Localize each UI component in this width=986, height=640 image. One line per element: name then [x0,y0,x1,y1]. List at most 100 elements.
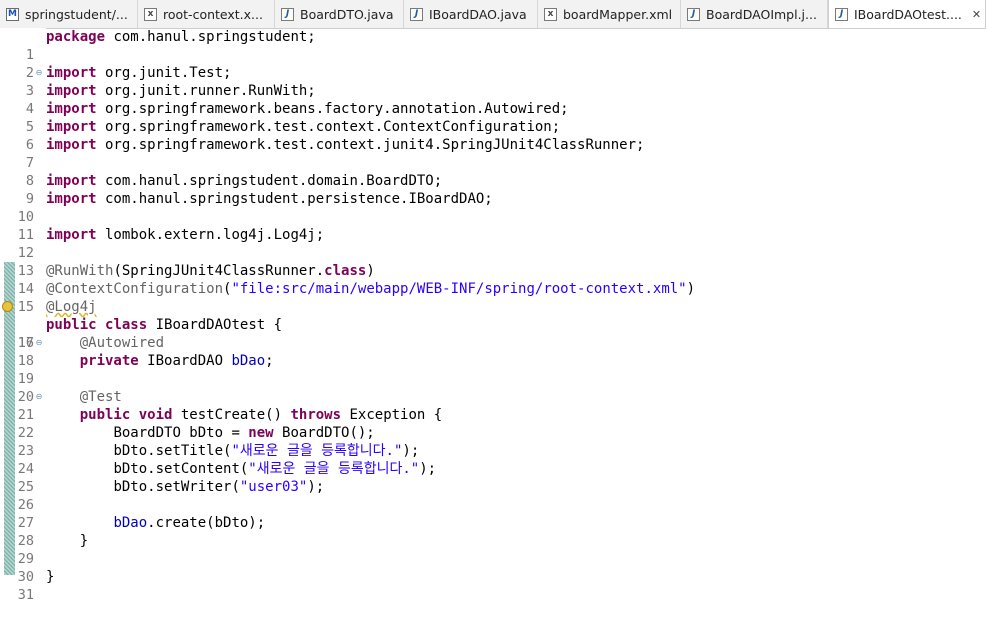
keyword: import [46,191,97,207]
tab-label: BoardDAOImpl.j... [706,6,817,22]
code-text: com.hanul.springstudent.domain.BoardDTO; [96,173,443,189]
code-text: ); [402,443,420,459]
code-text: ); [419,461,437,477]
code-line: 29 } [0,532,88,567]
tab-iboarddaotest-java[interactable]: J IBoardDAOtest.... ✕ [828,0,986,28]
code-editor[interactable]: 1 package com.hanul.springstudent; 2 3 ⊖… [0,28,986,603]
code-text: BoardDTO bDto = [113,425,249,441]
keyword: void [138,407,173,423]
keyword: private [79,353,139,369]
keyword: import [46,119,97,135]
code-line: 5 import org.springframework.beans.facto… [0,100,569,135]
code-line: 2 [0,46,34,81]
code-line: 13 [0,244,34,279]
code-line: 15 @ContextConfiguration("file:src/main/… [0,280,695,315]
code-line: 9 import com.hanul.springstudent.domain.… [0,172,442,207]
keyword: import [46,227,97,243]
code-line: 10 import com.hanul.springstudent.persis… [0,190,493,225]
tab-boarddaoimpl-java[interactable]: J BoardDAOImpl.j... [681,0,828,28]
string-literal: "user03" [239,479,308,495]
code-line: 22 public void testCreate() throws Excep… [0,406,442,441]
string-literal: "file:src/main/webapp/WEB-INF/spring/roo… [231,281,687,297]
code-text: } [46,569,55,585]
code-line: 14 @RunWith(SpringJUnit4ClassRunner.clas… [0,262,375,297]
annotation: @Log4j [46,299,97,315]
tab-label: springstudent/... [25,6,128,22]
keyword: package [46,29,106,45]
code-line: 25 bDto.setContent("새로운 글을 등록합니다."); [0,460,436,495]
keyword: public [79,407,131,423]
code-text: com.hanul.springstudent; [105,29,316,45]
code-text: bDto.setContent( [113,461,249,477]
code-line: 19 private IBoardDAO bDao; [0,352,274,387]
code-text: testCreate() [172,407,291,423]
code-text: org.junit.Test; [96,65,232,81]
code-text: org.springframework.test.context.junit4.… [96,137,645,153]
code-text: lombok.extern.log4j.Log4j; [96,227,325,243]
code-line: 7 import org.springframework.test.contex… [0,136,645,171]
java-file-icon: J [835,8,848,21]
code-text: org.springframework.beans.factory.annota… [96,101,569,117]
code-text: (SpringJUnit4ClassRunner. [113,263,325,279]
code-line: 16 @Log4j [0,298,97,351]
code-text: .create(bDto); [147,515,266,531]
tab-boardmapper-xml[interactable]: x boardMapper.xml [538,0,681,28]
code-text: IBoardDAOtest { [147,317,283,333]
code-text: Exception { [341,407,443,423]
tab-label: BoardDTO.java [300,6,394,22]
code-line: 6 import org.springframework.test.contex… [0,118,560,153]
annotation: @RunWith [46,263,114,279]
code-text: ) [686,281,696,297]
code-line: 27 [0,496,34,531]
keyword: import [46,101,97,117]
fold-toggle-icon[interactable]: ⊖ [34,334,44,352]
java-file-icon: J [281,7,294,21]
code-line: 12 import lombok.extern.log4j.Log4j; [0,226,324,261]
keyword: public [46,317,97,333]
code-line: 1 package com.hanul.springstudent; [0,28,316,63]
code-text: IBoardDAO [138,353,232,369]
fold-toggle-icon[interactable]: ⊖ [34,64,44,82]
field-name: bDao [113,515,148,531]
tab-iboarddao-java[interactable]: J IBoardDAO.java [404,0,538,28]
tab-label: IBoardDAOtest.... [854,7,962,22]
code-line: 8 [0,154,34,189]
code-text: BoardDTO(); [273,425,375,441]
close-tab-icon[interactable]: ✕ [972,8,981,21]
code-line: 31 } [0,568,55,603]
xml-file-icon: x [544,7,557,21]
code-text: bDto.setTitle( [113,443,232,459]
annotation: @Autowired [79,335,165,351]
keyword: class [105,317,148,333]
tab-label: root-context.x... [163,6,263,22]
tab-root-context-xml[interactable]: x root-context.x... [138,0,275,28]
keyword: import [46,65,97,81]
tab-springstudent-pom[interactable]: M springstudent/... [0,0,138,28]
keyword: import [46,83,97,99]
tab-label: boardMapper.xml [563,6,673,22]
code-text: ); [307,479,325,495]
tab-label: IBoardDAO.java [429,6,527,22]
fold-toggle-icon[interactable]: ⊖ [34,388,44,406]
keyword: new [248,425,274,441]
code-line: 11 [0,208,34,243]
code-line: 3 ⊖ import org.junit.Test; [0,64,232,99]
warning-icon[interactable] [2,301,13,312]
code-text: org.springframework.test.context.Context… [96,119,561,135]
code-line: 30 [0,550,34,585]
code-line: 24 bDto.setTitle("새로운 글을 등록합니다."); [0,442,420,477]
code-line: 17 public class IBoardDAOtest { [0,316,282,351]
code-line: 18 ⊖ @Autowired [0,334,164,369]
keyword: class [324,263,367,279]
java-file-icon: J [410,7,423,21]
code-line: 4 import org.junit.runner.RunWith; [0,82,316,117]
string-literal: "새로운 글을 등록합니다." [248,461,420,477]
code-line: 21 ⊖ @Test [0,388,122,423]
code-line: 28 bDao.create(bDto); [0,514,265,549]
editor-tab-bar: M springstudent/... x root-context.x... … [0,0,986,29]
tab-boarddto-java[interactable]: J BoardDTO.java [275,0,404,28]
keyword: import [46,173,97,189]
code-text: bDto.setWriter( [113,479,240,495]
annotation: @Test [79,389,122,405]
code-text: ; [265,353,274,369]
